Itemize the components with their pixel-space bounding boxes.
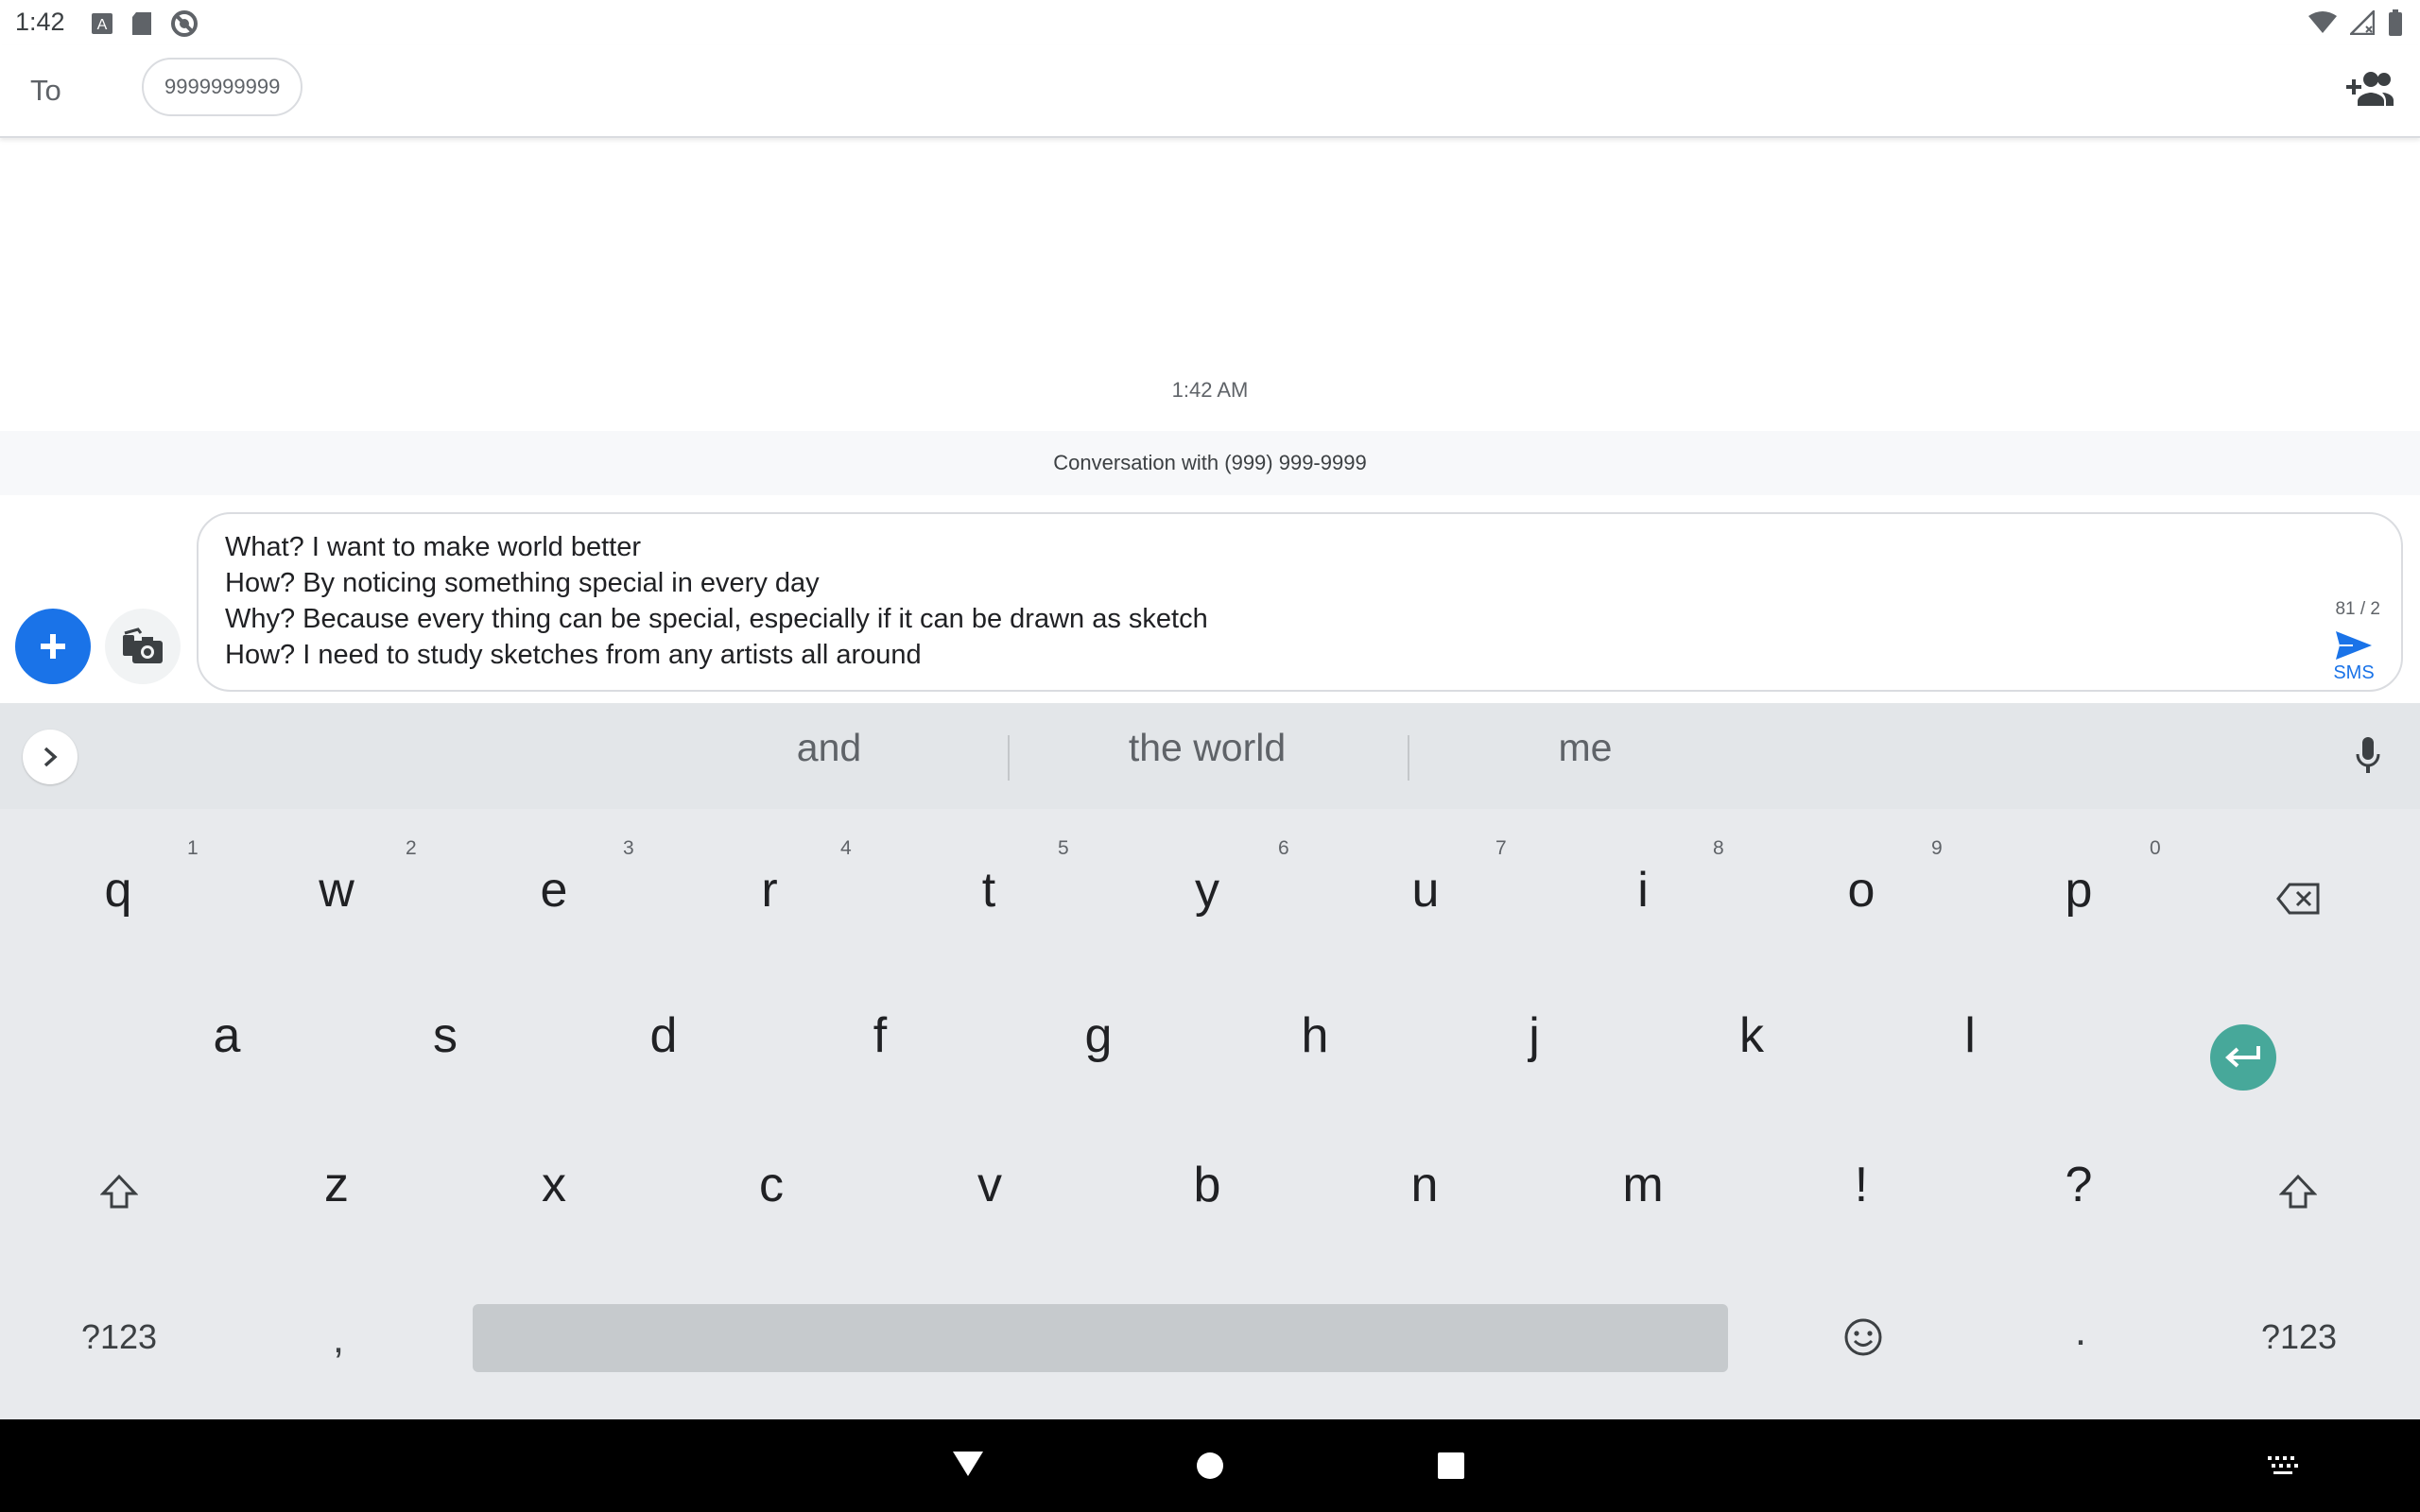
key-t[interactable]: t (932, 862, 1046, 919)
key-b[interactable]: b (1150, 1157, 1264, 1213)
key-hint-1: 1 (187, 837, 199, 859)
suggestion-1[interactable]: and (735, 726, 924, 770)
key-e[interactable]: e (497, 862, 611, 919)
key-hint-6: 6 (1278, 837, 1289, 859)
status-time: 1:42 (15, 8, 65, 36)
status-bar: 1:42 A (0, 0, 2420, 45)
key-hint-4: 4 (840, 837, 852, 859)
send-label: SMS (2333, 662, 2375, 683)
message-input[interactable]: What? I want to make world better How? B… (197, 512, 2403, 692)
to-label: To (30, 74, 61, 107)
key-hint-3: 3 (623, 837, 634, 859)
plus-icon (41, 634, 65, 659)
suggestion-divider (1008, 735, 1010, 781)
add-person-icon[interactable] (2344, 70, 2394, 108)
key-p[interactable]: p (2022, 862, 2135, 919)
enter-icon (2225, 1046, 2260, 1068)
shift-left-icon[interactable] (100, 1174, 138, 1211)
camera-gallery-button[interactable] (105, 609, 181, 684)
key-hint-2: 2 (406, 837, 417, 859)
key-o[interactable]: o (1805, 862, 1918, 919)
key-y[interactable]: y (1150, 862, 1264, 919)
message-text[interactable]: What? I want to make world better How? B… (225, 529, 1208, 673)
navigation-bar (0, 1419, 2420, 1512)
send-icon (2336, 631, 2372, 660)
keyboard-switch-icon[interactable] (2267, 1455, 2299, 1476)
key-exclamation[interactable]: ! (1805, 1157, 1918, 1213)
chevron-right-icon (43, 747, 58, 767)
microphone-icon[interactable] (2356, 735, 2380, 775)
key-r[interactable]: r (713, 862, 826, 919)
sync-off-icon (171, 10, 198, 37)
suggestion-3[interactable]: me (1491, 726, 1680, 770)
space-bar[interactable] (473, 1304, 1728, 1372)
conversation-banner: Conversation with (999) 999-9999 (0, 431, 2420, 495)
key-m[interactable]: m (1586, 1157, 1700, 1213)
home-icon[interactable] (1195, 1451, 1225, 1481)
svg-text:A: A (97, 17, 108, 33)
attach-button[interactable] (15, 609, 91, 684)
key-n[interactable]: n (1368, 1157, 1481, 1213)
suggestion-divider (1408, 735, 1409, 781)
key-q[interactable]: q (61, 862, 175, 919)
signal-icon (2350, 10, 2375, 35)
enter-button[interactable] (2210, 1024, 2276, 1091)
key-c[interactable]: c (715, 1157, 828, 1213)
key-i[interactable]: i (1586, 862, 1700, 919)
symbols-key-right[interactable]: ?123 (2233, 1317, 2365, 1357)
key-hint-9: 9 (1931, 837, 1943, 859)
key-f[interactable]: f (823, 1007, 937, 1064)
sd-card-icon (132, 12, 151, 35)
recents-icon[interactable] (1437, 1452, 1465, 1480)
back-icon[interactable] (951, 1450, 985, 1478)
key-z[interactable]: z (280, 1157, 393, 1213)
recipient-chip[interactable]: 9999999999 (142, 58, 303, 116)
key-a[interactable]: a (170, 1007, 284, 1064)
message-timestamp: 1:42 AM (1171, 378, 1249, 402)
key-comma[interactable]: , (272, 1315, 405, 1363)
battery-icon (2389, 9, 2402, 36)
suggestion-bar: and the world me (0, 703, 2420, 809)
key-hint-8: 8 (1713, 837, 1724, 859)
key-s[interactable]: s (389, 1007, 502, 1064)
recipient-bar: To 9999999999 (0, 45, 2420, 138)
key-h[interactable]: h (1258, 1007, 1372, 1064)
key-k[interactable]: k (1695, 1007, 1808, 1064)
key-u[interactable]: u (1369, 862, 1482, 919)
camera-gallery-icon (123, 627, 163, 663)
key-l[interactable]: l (1913, 1007, 2027, 1064)
wifi-icon (2308, 11, 2337, 33)
key-g[interactable]: g (1042, 1007, 1155, 1064)
key-question[interactable]: ? (2022, 1157, 2135, 1213)
keyboard: and the world me q w e r t y u i o p 1 2… (0, 703, 2420, 1419)
key-w[interactable]: w (280, 862, 393, 919)
backspace-icon[interactable] (2276, 883, 2320, 915)
key-period[interactable]: . (2014, 1308, 2147, 1355)
emoji-icon[interactable] (1843, 1317, 1883, 1357)
a-badge-icon: A (92, 13, 112, 34)
key-j[interactable]: j (1478, 1007, 1591, 1064)
symbols-key-left[interactable]: ?123 (53, 1317, 185, 1357)
character-counter: 81 / 2 (2335, 599, 2380, 619)
shift-right-icon[interactable] (2279, 1174, 2317, 1211)
send-button[interactable]: SMS (2325, 629, 2382, 684)
suggestion-expand-button[interactable] (23, 730, 78, 784)
key-hint-5: 5 (1058, 837, 1069, 859)
key-d[interactable]: d (607, 1007, 720, 1064)
key-hint-0: 0 (2150, 837, 2161, 859)
suggestion-2[interactable]: the world (1065, 726, 1349, 770)
key-hint-7: 7 (1495, 837, 1507, 859)
key-x[interactable]: x (497, 1157, 611, 1213)
compose-area: What? I want to make world better How? B… (0, 495, 2420, 703)
key-v[interactable]: v (933, 1157, 1046, 1213)
